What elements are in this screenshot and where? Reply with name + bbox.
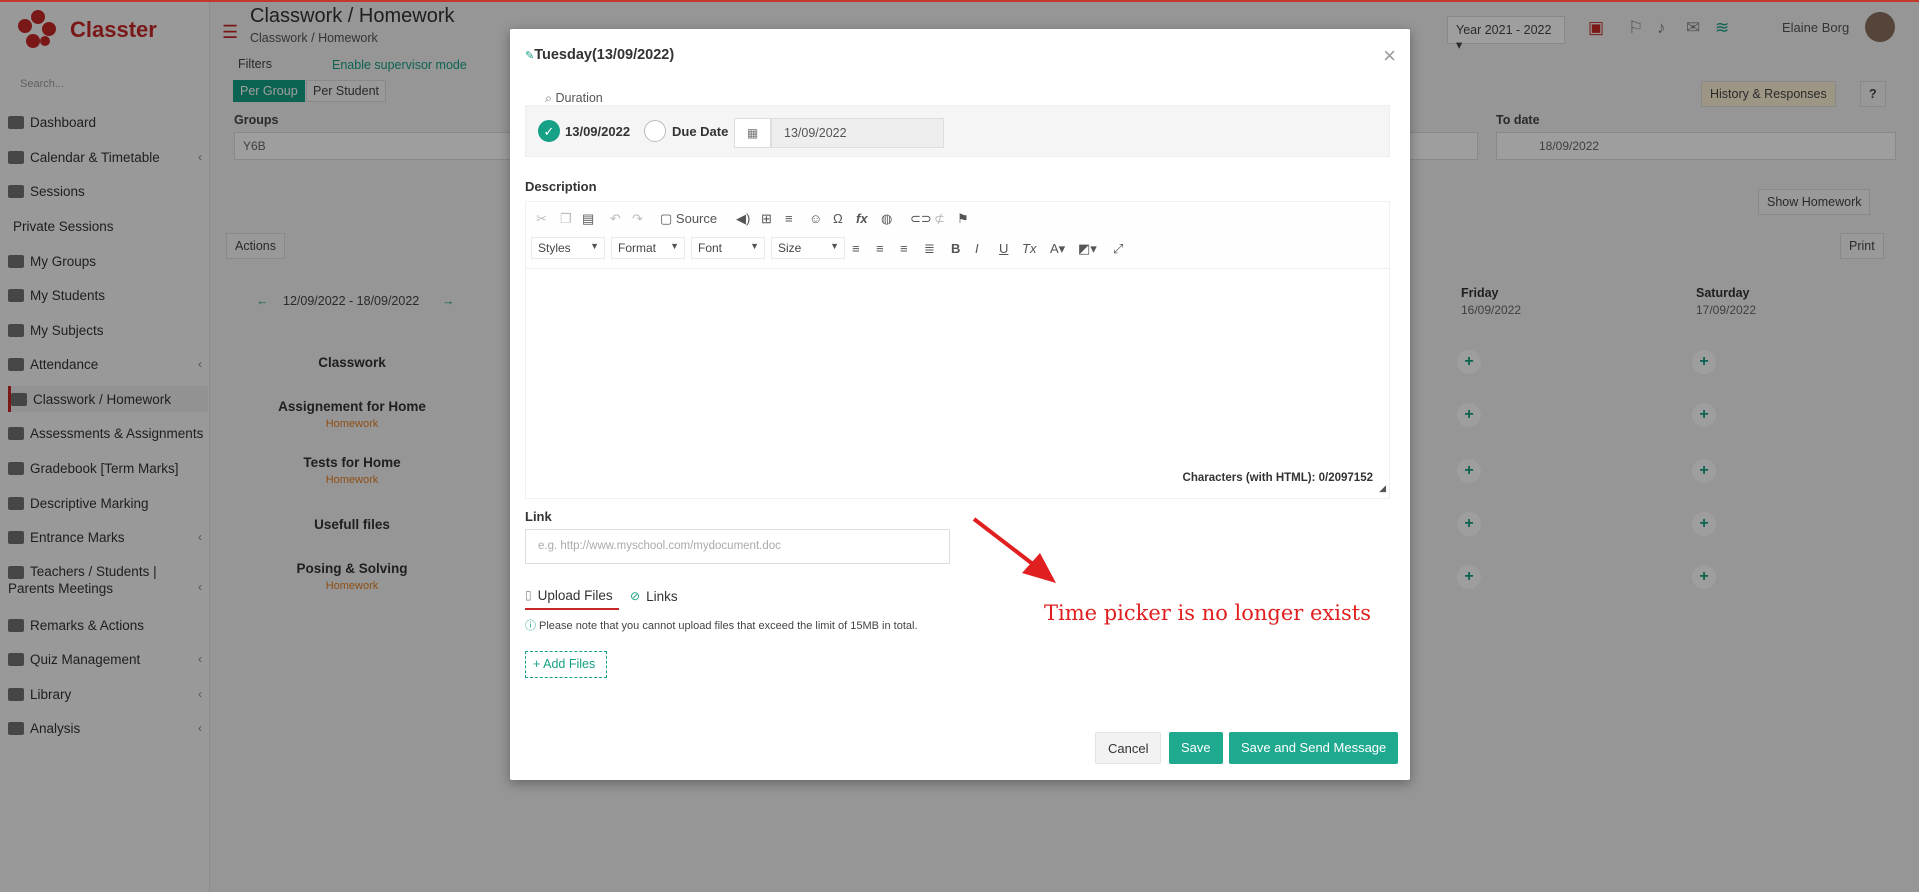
duration-legend: ⌕ Duration — [545, 91, 603, 105]
tab-upload-files[interactable]: ▯ Upload Files — [525, 582, 619, 610]
underline-icon[interactable]: U — [999, 239, 1008, 259]
description-label: Description — [525, 179, 597, 194]
close-icon[interactable]: × — [1383, 43, 1396, 69]
anchor-flag-icon[interactable]: ⚑ — [957, 209, 969, 229]
remove-format-icon[interactable]: Tx — [1022, 239, 1036, 259]
character-count: Characters (with HTML): 0/2097152 — [1182, 472, 1373, 484]
dropdown-caret-icon: ▼ — [590, 241, 599, 251]
file-icon: ▯ — [525, 588, 532, 602]
date-radio-checked[interactable]: ✓ — [538, 120, 560, 142]
text-color-icon[interactable]: A▾ — [1050, 239, 1065, 259]
calendar-icon[interactable]: ▦ — [734, 118, 771, 148]
homework-modal: ✎Tuesday(13/09/2022) × ⌕ Duration ✓ 13/0… — [510, 29, 1410, 780]
add-files-button[interactable]: + Add Files — [525, 651, 607, 678]
dropdown-caret-icon: ▼ — [830, 241, 839, 251]
audio-icon[interactable]: ◀) — [736, 209, 750, 229]
align-right-icon[interactable]: ≡ — [900, 239, 908, 259]
duration-options: ✓ 13/09/2022 Due Date ▦ 13/09/2022 — [525, 105, 1390, 157]
smiley-icon[interactable]: ☺ — [809, 209, 822, 229]
redo-icon[interactable]: ↷ — [632, 209, 643, 229]
due-date-label: Due Date — [672, 124, 729, 139]
edit-pencil-icon: ✎ — [525, 50, 535, 62]
upload-note: ⓘ Please note that you cannot upload file… — [525, 620, 918, 632]
due-date-radio[interactable] — [644, 120, 666, 142]
size-select[interactable]: Size ▼ — [771, 237, 845, 259]
rich-text-editor: ✂ ❐ ▤ ↶ ↷ ▢ Source ◀) ⊞ ≡ ☺ Ω fx ◍ ⊂⊃ ⊄ … — [525, 201, 1390, 499]
format-select[interactable]: Format ▼ — [611, 237, 685, 259]
editor-content-area[interactable] — [526, 269, 1389, 469]
link-input[interactable]: e.g. http://www.myschool.com/mydocument.… — [525, 529, 950, 564]
duration-fieldset: ⌕ Duration ✓ 13/09/2022 Due Date ▦ 13/09… — [525, 91, 1390, 182]
annotation-arrow — [972, 517, 1056, 583]
modal-title: ✎Tuesday(13/09/2022) — [525, 47, 675, 63]
resize-handle-icon[interactable]: ◢ — [1379, 483, 1386, 494]
undo-icon[interactable]: ↶ — [610, 209, 621, 229]
font-select[interactable]: Font ▼ — [691, 237, 765, 259]
table-icon[interactable]: ⊞ — [761, 209, 772, 229]
dropdown-caret-icon: ▼ — [670, 241, 679, 251]
link-label: Link — [525, 509, 552, 524]
cancel-button[interactable]: Cancel — [1095, 732, 1162, 764]
source-button[interactable]: ▢ Source — [660, 209, 717, 229]
editor-toolbar: ✂ ❐ ▤ ↶ ↷ ▢ Source ◀) ⊞ ≡ ☺ Ω fx ◍ ⊂⊃ ⊄ … — [526, 202, 1389, 269]
unlink-icon[interactable]: ⊄ — [934, 209, 945, 229]
top-accent-line — [0, 0, 1919, 2]
date-option-label: 13/09/2022 — [565, 124, 631, 139]
save-and-send-button[interactable]: Save and Send Message — [1229, 732, 1399, 764]
maximize-icon[interactable]: ⤢ — [1113, 239, 1123, 259]
align-left-icon[interactable]: ≡ — [852, 239, 860, 259]
align-center-icon[interactable]: ≡ — [876, 239, 884, 259]
save-button[interactable]: Save — [1169, 732, 1223, 764]
due-date-input[interactable]: 13/09/2022 — [771, 118, 944, 148]
search-icon: ⌕ — [545, 91, 553, 105]
styles-select[interactable]: Styles ▼ — [531, 237, 605, 259]
bg-color-icon[interactable]: ◩▾ — [1078, 239, 1097, 259]
horizontal-line-icon[interactable]: ≡ — [785, 209, 793, 229]
formula-icon[interactable]: fx — [856, 209, 868, 229]
source-icon: ▢ — [660, 211, 673, 226]
cut-icon[interactable]: ✂ — [536, 209, 547, 229]
info-icon: ⓘ — [525, 620, 536, 632]
italic-icon[interactable]: I — [975, 239, 979, 259]
link-icon[interactable]: ⊂⊃ — [910, 209, 932, 229]
copy-icon[interactable]: ❐ — [560, 209, 572, 229]
dropdown-caret-icon: ▼ — [750, 241, 759, 251]
tab-links[interactable]: ⊘ Links — [630, 582, 678, 610]
bold-icon[interactable]: B — [951, 239, 960, 259]
globe-icon[interactable]: ◍ — [881, 209, 892, 229]
plus-icon: + — [533, 657, 541, 671]
paste-icon[interactable]: ▤ — [582, 209, 594, 229]
special-char-icon[interactable]: Ω — [833, 209, 843, 229]
link-icon: ⊘ — [630, 589, 641, 603]
annotation-text: Time picker is no longer exists — [1044, 601, 1371, 625]
justify-icon[interactable]: ≣ — [924, 239, 935, 259]
